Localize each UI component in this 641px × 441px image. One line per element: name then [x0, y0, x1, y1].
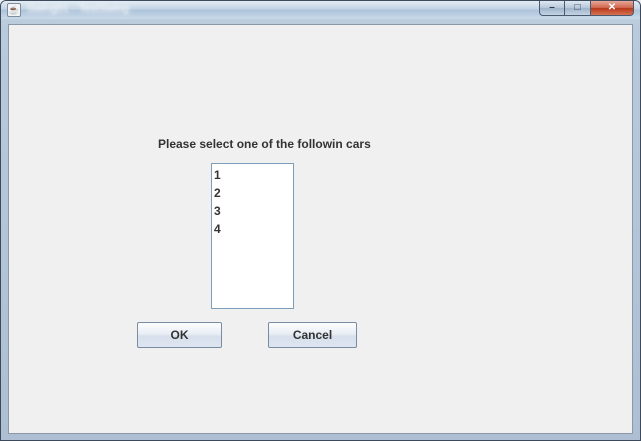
close-button[interactable]: ✕ — [591, 1, 634, 16]
select-prompt-label: Please select one of the followin cars — [158, 137, 371, 151]
list-item[interactable]: 1 — [214, 166, 293, 184]
maximize-button[interactable]: □ — [565, 1, 591, 16]
minimize-icon: – — [549, 2, 555, 13]
maximize-icon: □ — [574, 2, 581, 13]
cancel-button[interactable]: Cancel — [268, 322, 357, 348]
content-panel: Please select one of the followin cars 1… — [8, 24, 633, 434]
title-bar[interactable]: ☕ Swing01 - TestSwing – □ ✕ — [1, 1, 640, 19]
minimize-button[interactable]: – — [539, 1, 565, 16]
window-controls: – □ ✕ — [539, 1, 634, 17]
close-icon: ✕ — [607, 2, 617, 13]
list-item[interactable]: 4 — [214, 220, 293, 238]
list-item[interactable]: 3 — [214, 202, 293, 220]
ok-button[interactable]: OK — [137, 322, 222, 348]
car-list[interactable]: 1 2 3 4 — [211, 163, 294, 309]
app-window: ☕ Swing01 - TestSwing – □ ✕ Please selec… — [0, 0, 641, 441]
java-cup-icon[interactable]: ☕ — [7, 3, 21, 17]
window-title: Swing01 - TestSwing — [27, 3, 129, 15]
list-item[interactable]: 2 — [214, 184, 293, 202]
